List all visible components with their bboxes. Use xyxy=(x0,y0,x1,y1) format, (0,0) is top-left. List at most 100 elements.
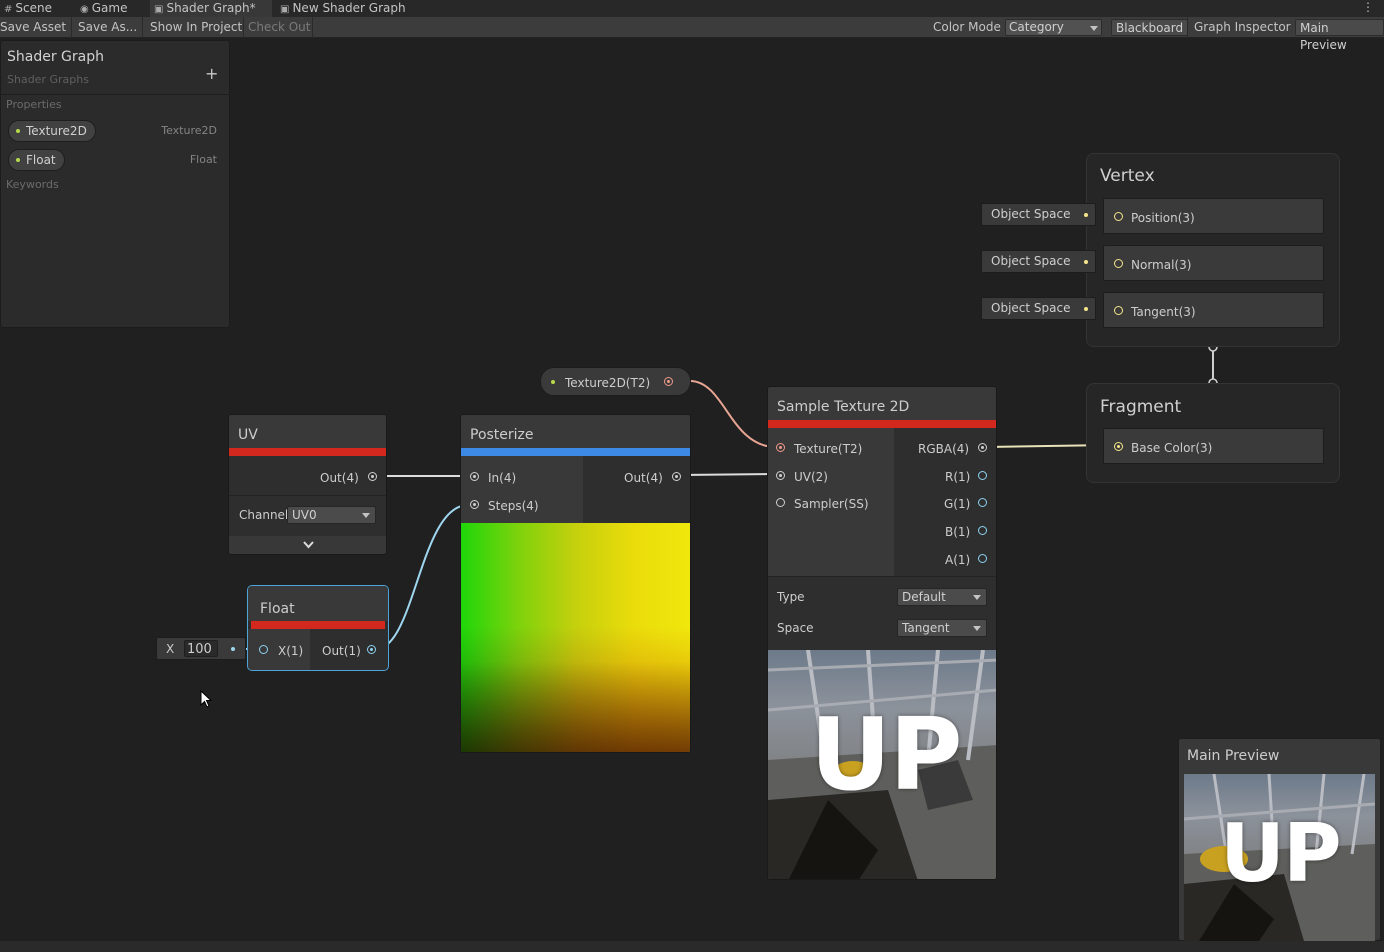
float-out-label: Out(1) xyxy=(322,644,361,658)
space-dropdown[interactable]: Tangent xyxy=(897,619,987,637)
float-inline-input: X 100 xyxy=(156,637,246,660)
edge-posterize-sample[interactable] xyxy=(679,473,777,476)
vertex-title: Vertex xyxy=(1100,166,1155,186)
preview-up-text: UP xyxy=(810,696,962,813)
normal-label: Normal(3) xyxy=(1131,258,1192,272)
fragment-context[interactable]: Fragment Base Color(3) xyxy=(1086,383,1340,483)
node-header[interactable]: Float xyxy=(248,586,388,621)
inline-dot-icon xyxy=(1084,213,1088,217)
tangent-space-input[interactable]: Object Space xyxy=(981,297,1096,320)
x-value-field[interactable]: 100 xyxy=(184,640,218,657)
uv-in-port[interactable] xyxy=(776,471,785,480)
position-label: Position(3) xyxy=(1131,211,1195,225)
divider xyxy=(1,94,229,95)
edge-texture-sample[interactable] xyxy=(689,380,777,448)
blackboard-panel: Shader Graph Shader Graphs + Properties … xyxy=(0,40,230,328)
bottom-bar xyxy=(0,941,1384,952)
texture2d-property-label: Texture2D(T2) xyxy=(565,376,651,390)
category-bar xyxy=(461,448,690,456)
node-title: Sample Texture 2D xyxy=(777,399,910,415)
tangent-port[interactable] xyxy=(1114,306,1123,315)
uv-node[interactable]: UV Out(4) Channel UV0 xyxy=(228,414,387,555)
float-x-port[interactable] xyxy=(259,645,268,654)
node-title: Float xyxy=(260,601,295,617)
block-tangent[interactable]: Tangent(3) xyxy=(1103,292,1324,328)
a-out-label: A(1) xyxy=(945,553,971,567)
divider xyxy=(768,576,996,577)
type-label: Type xyxy=(777,590,805,604)
main-preview-image[interactable]: UP xyxy=(1184,774,1375,941)
r-out-label: R(1) xyxy=(945,470,971,484)
base-color-label: Base Color(3) xyxy=(1131,441,1213,455)
uv-out-label: Out(4) xyxy=(320,471,359,485)
node-header[interactable]: Sample Texture 2D xyxy=(768,387,996,420)
float-out-port[interactable] xyxy=(367,645,376,654)
collapse-toggle[interactable] xyxy=(229,536,386,554)
posterize-in-label: In(4) xyxy=(488,471,517,485)
r-out-port[interactable] xyxy=(978,471,987,480)
b-out-label: B(1) xyxy=(945,525,971,539)
sampler-in-port[interactable] xyxy=(776,498,785,507)
property-type: Texture2D xyxy=(161,124,217,137)
sample-texture-2d-node[interactable]: Sample Texture 2D Texture(T2) UV(2) Samp… xyxy=(767,386,997,880)
position-port[interactable] xyxy=(1114,212,1123,221)
b-out-port[interactable] xyxy=(978,526,987,535)
block-normal[interactable]: Normal(3) xyxy=(1103,245,1324,281)
normal-port[interactable] xyxy=(1114,259,1123,268)
posterize-out-label: Out(4) xyxy=(624,471,663,485)
channel-dropdown[interactable]: UV0 xyxy=(287,506,376,524)
posterize-in-port[interactable] xyxy=(470,472,479,481)
type-dropdown[interactable]: Default xyxy=(897,588,987,606)
a-out-port[interactable] xyxy=(978,554,987,563)
block-base-color[interactable]: Base Color(3) xyxy=(1103,428,1324,464)
base-color-port[interactable] xyxy=(1114,442,1123,451)
normal-space-input[interactable]: Object Space xyxy=(981,250,1096,273)
property-dot-icon xyxy=(551,380,555,384)
block-position[interactable]: Position(3) xyxy=(1103,198,1324,234)
uv-in-label: UV(2) xyxy=(794,470,828,484)
divider xyxy=(229,495,386,496)
property-float[interactable]: Float xyxy=(8,149,65,171)
inline-dot-icon xyxy=(231,647,235,651)
properties-section-label: Properties xyxy=(6,98,62,111)
posterize-steps-label: Steps(4) xyxy=(488,499,539,513)
space-label: Space xyxy=(777,621,814,635)
float-node[interactable]: Float X(1) Out(1) xyxy=(247,585,389,671)
preview-up-text: UP xyxy=(1220,807,1342,900)
position-space-input[interactable]: Object Space xyxy=(981,203,1096,226)
uv-out-port[interactable] xyxy=(368,472,377,481)
posterize-node[interactable]: Posterize In(4) Steps(4) Out(4) xyxy=(460,414,691,753)
sample-preview-image: UP xyxy=(768,650,996,879)
texture2d-property-node[interactable]: Texture2D(T2) xyxy=(540,367,691,396)
inline-dot-icon xyxy=(1084,307,1088,311)
g-out-label: G(1) xyxy=(944,497,971,511)
chevron-down-icon xyxy=(362,513,370,518)
category-bar xyxy=(768,420,996,428)
keywords-section-label: Keywords xyxy=(6,178,59,191)
rgba-out-port[interactable] xyxy=(978,443,987,452)
node-header[interactable]: UV xyxy=(229,415,386,448)
posterize-steps-port[interactable] xyxy=(470,500,479,509)
tangent-label: Tangent(3) xyxy=(1131,305,1196,319)
blackboard-title: Shader Graph xyxy=(7,49,104,65)
add-property-icon[interactable]: + xyxy=(205,64,218,83)
g-out-port[interactable] xyxy=(978,498,987,507)
rgba-out-label: RGBA(4) xyxy=(918,442,970,456)
main-preview-panel[interactable]: Main Preview UP xyxy=(1178,738,1381,941)
x-label: X xyxy=(166,642,175,656)
chevron-down-icon xyxy=(973,626,981,631)
category-bar xyxy=(229,448,386,456)
posterize-out-port[interactable] xyxy=(672,472,681,481)
category-bar xyxy=(251,621,385,629)
node-header[interactable]: Posterize xyxy=(461,415,690,448)
vertex-context[interactable]: Vertex Position(3) Normal(3) Tangent(3) xyxy=(1086,153,1340,347)
property-dot-icon xyxy=(16,158,20,162)
texture2d-out-port[interactable] xyxy=(664,377,673,386)
channel-label: Channel xyxy=(239,508,289,522)
property-dot-icon xyxy=(16,129,20,133)
texture-in-port[interactable] xyxy=(776,443,785,452)
main-preview-title: Main Preview xyxy=(1187,748,1280,764)
edge-float-posterize[interactable] xyxy=(375,504,469,650)
property-texture2d[interactable]: Texture2D xyxy=(8,120,96,142)
mouse-cursor-icon xyxy=(200,690,213,708)
